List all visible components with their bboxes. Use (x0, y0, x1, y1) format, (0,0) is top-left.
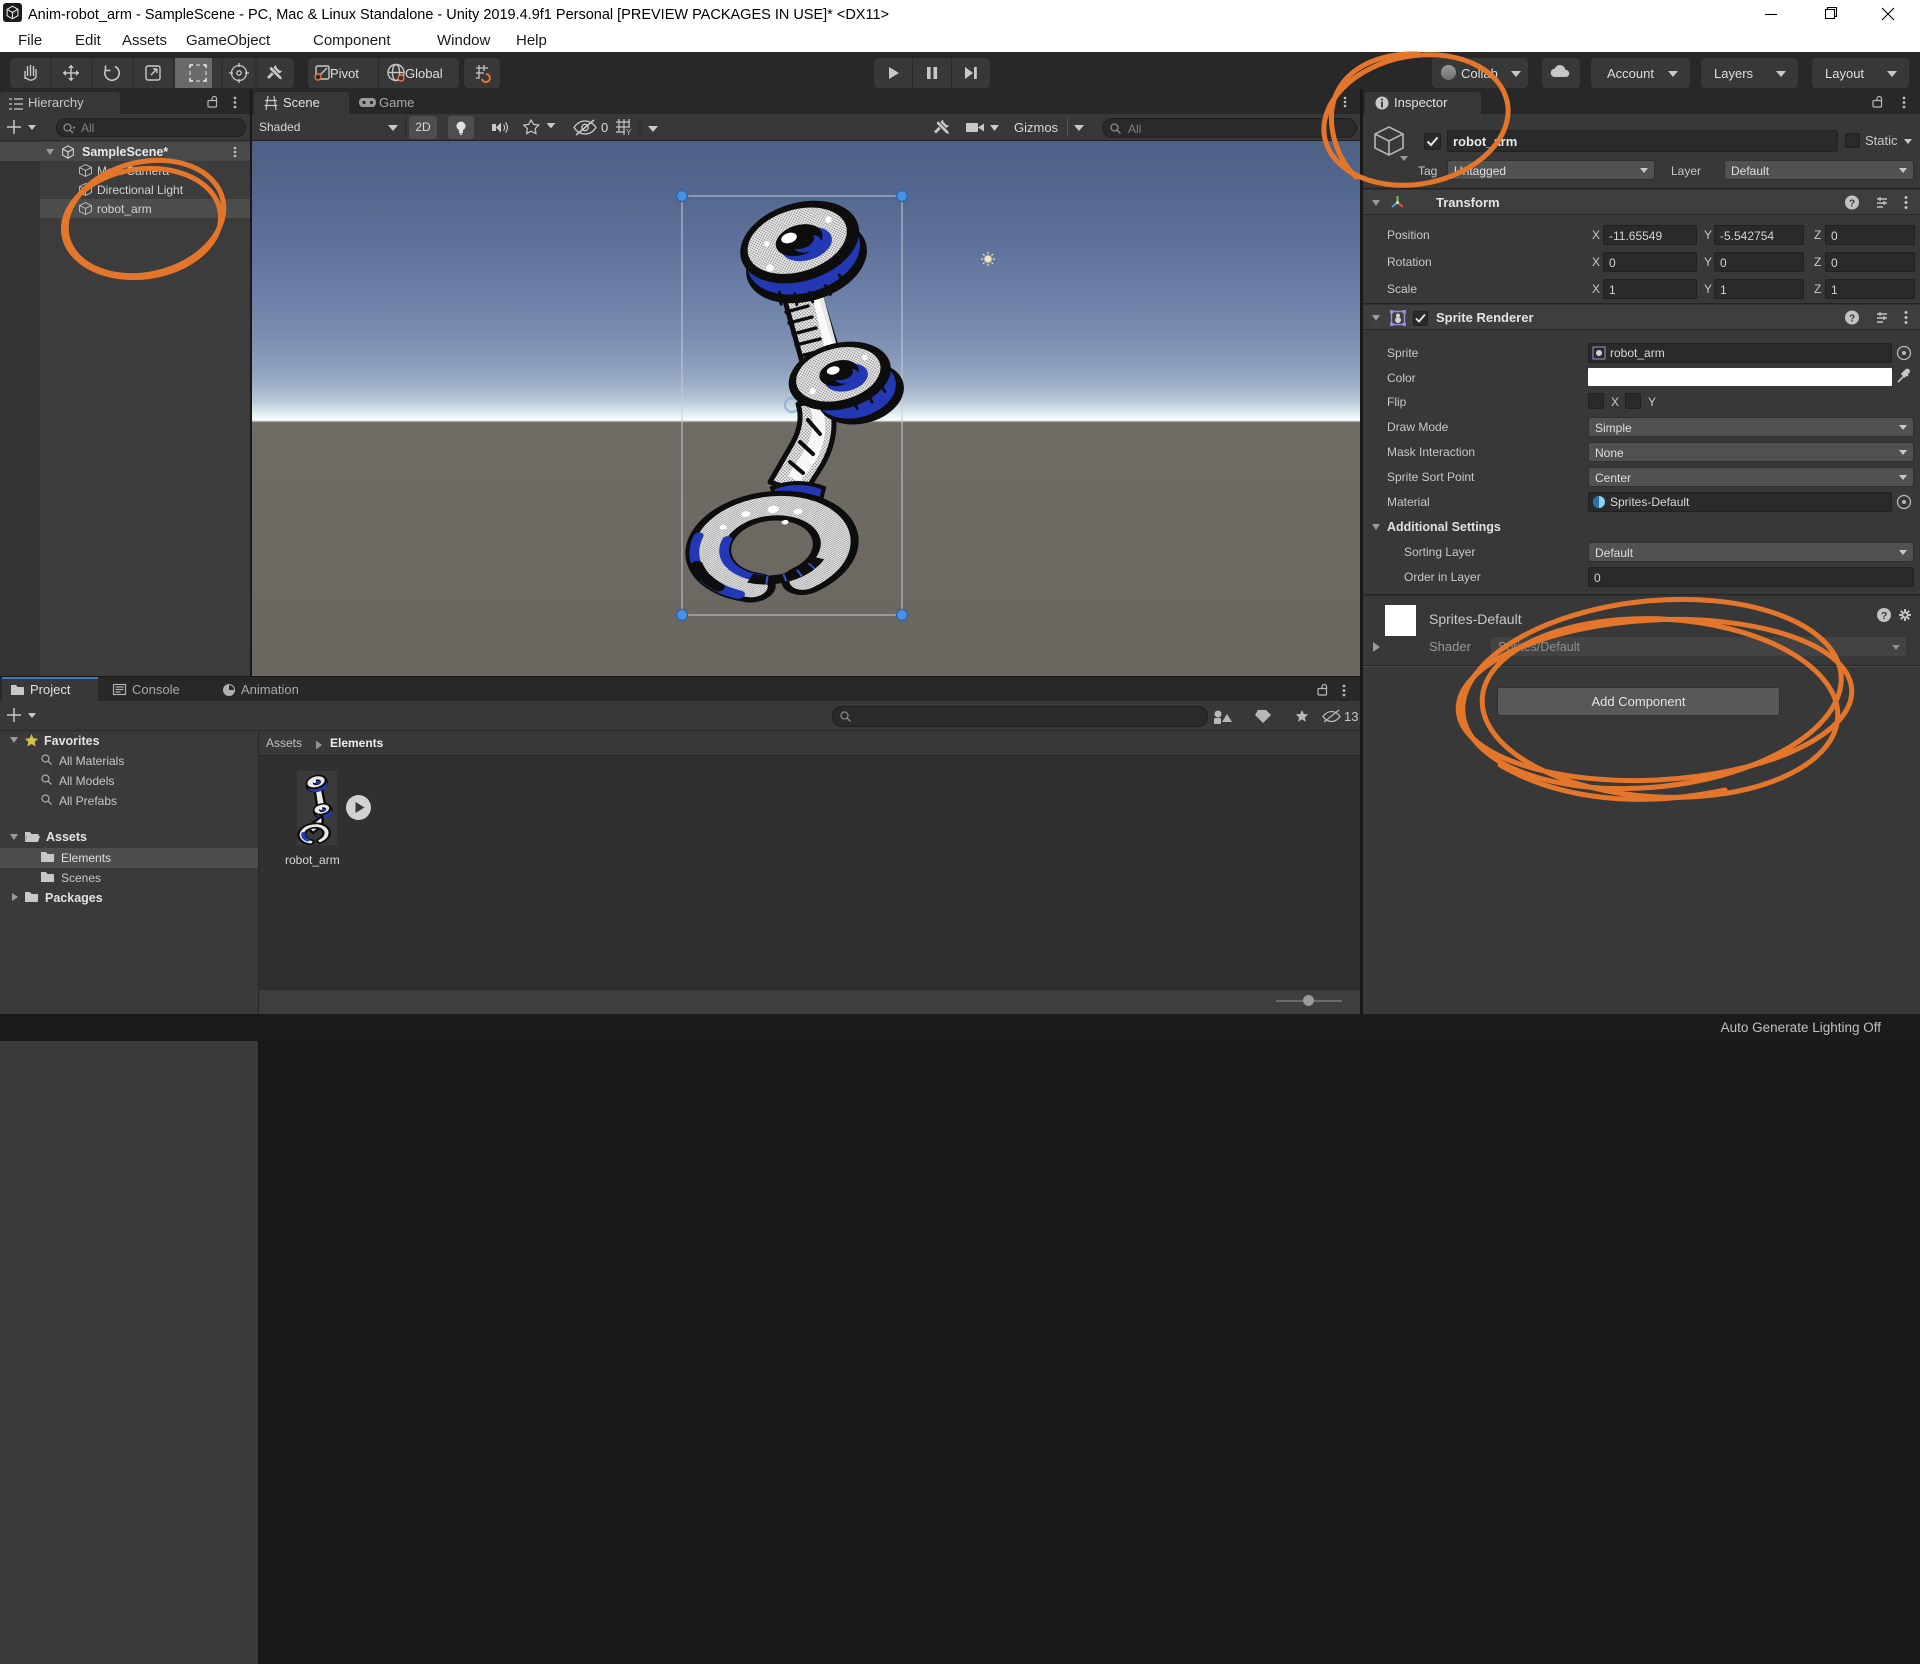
svg-text:?: ? (1881, 610, 1887, 622)
svg-text:13: 13 (1344, 709, 1358, 724)
svg-text:?: ? (1849, 199, 1855, 210)
svg-text:?: ? (1849, 314, 1855, 325)
svg-text:0: 0 (601, 120, 608, 135)
svg-text:Y: Y (626, 128, 632, 137)
